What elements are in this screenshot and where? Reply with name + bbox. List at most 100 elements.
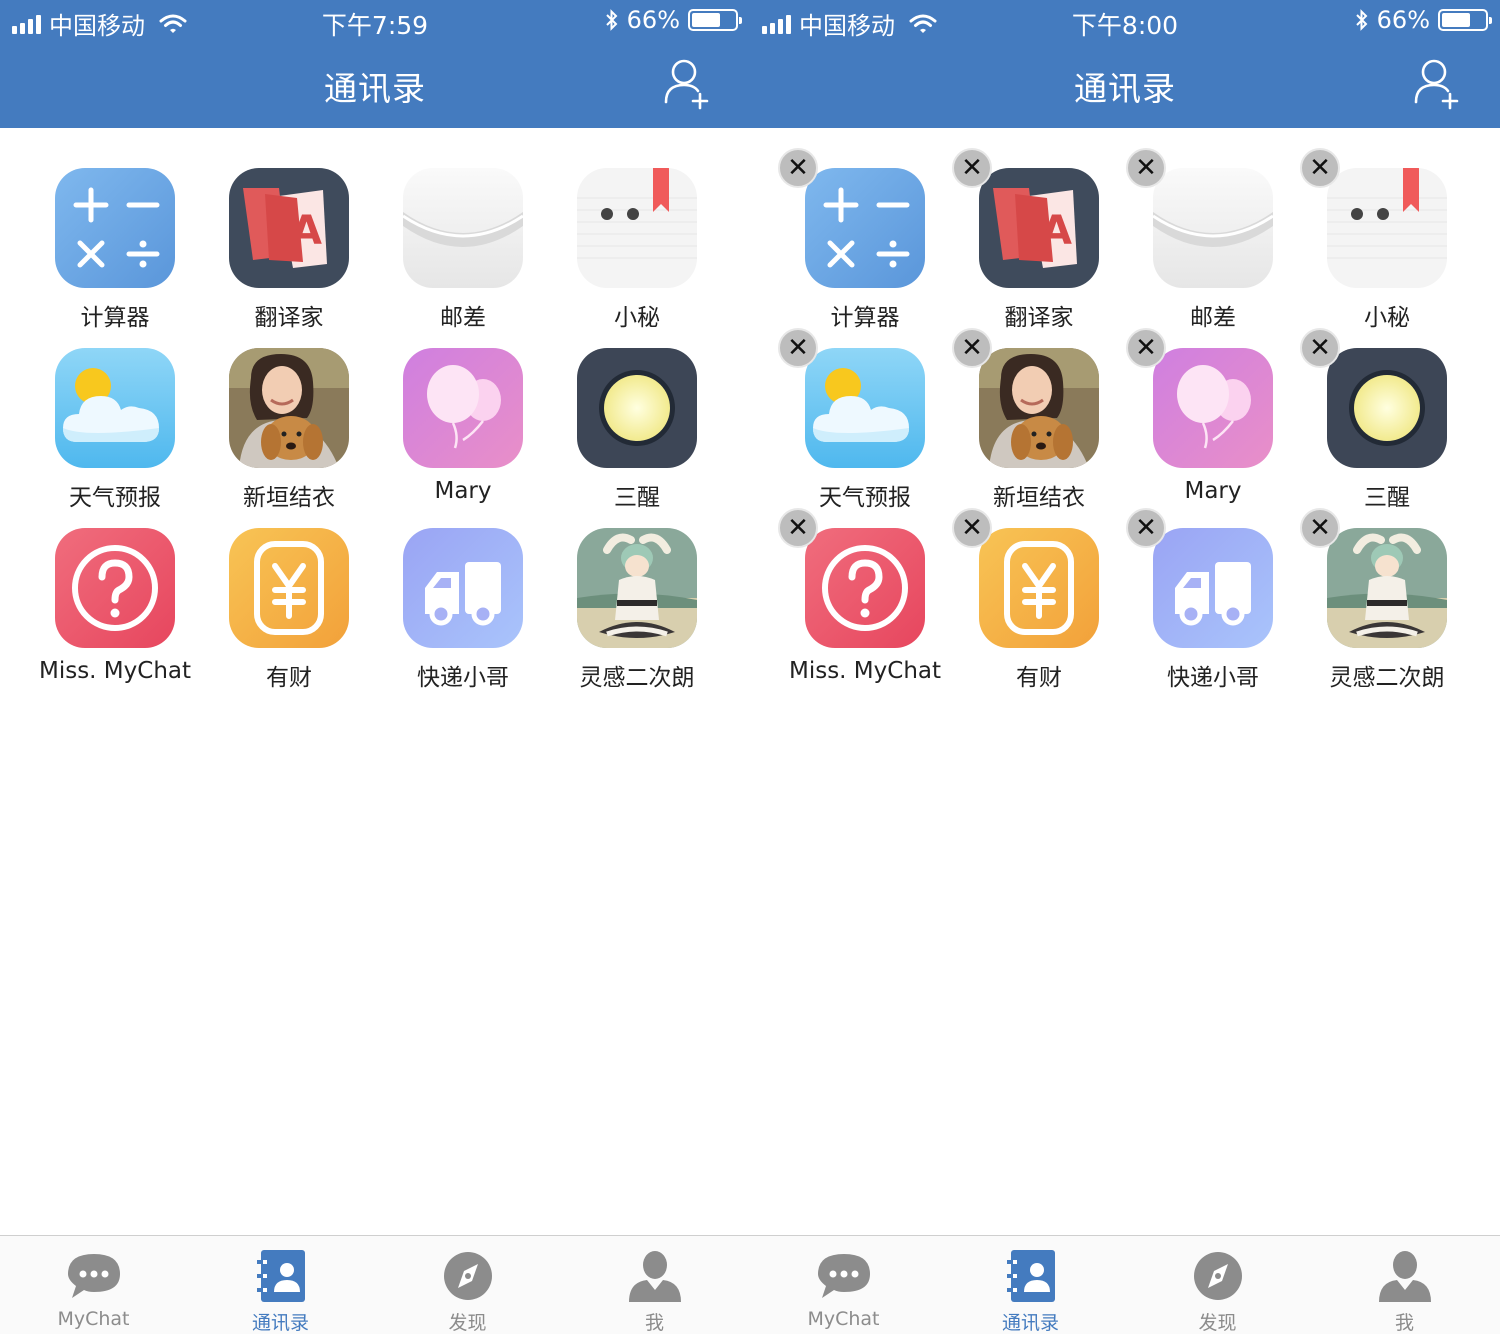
app-label: 灵感二次朗 [579, 665, 695, 691]
yen-icon[interactable] [229, 528, 349, 648]
balloon-icon[interactable] [403, 348, 523, 468]
portrait-photo[interactable] [229, 348, 349, 468]
app-label: Miss. MyChat [38, 658, 192, 684]
tab-label: 我 [644, 1312, 664, 1334]
notebook-icon[interactable] [577, 168, 697, 288]
app-tile[interactable]: A 翻译家 [202, 168, 376, 338]
app-label: Mary [1184, 478, 1242, 504]
app-label: 三醒 [614, 485, 660, 511]
translator-icon[interactable]: A [979, 168, 1099, 288]
app-tile[interactable]: 三醒 ✕ [1300, 328, 1474, 518]
anime-photo[interactable] [1327, 528, 1447, 648]
app-tile[interactable]: 邮差 [376, 168, 550, 338]
envelope-icon[interactable] [1153, 168, 1273, 288]
app-label: 小秘 [1364, 305, 1410, 331]
delete-icon[interactable]: ✕ [778, 508, 818, 548]
tab-me[interactable]: 我 [1311, 1236, 1498, 1334]
app-tile[interactable]: 计算器 ✕ [778, 148, 952, 338]
person-icon [625, 1250, 685, 1302]
app-tile[interactable]: A 翻译家 ✕ [952, 148, 1126, 338]
delete-icon[interactable]: ✕ [1300, 328, 1340, 368]
tab-discover[interactable]: 发现 [1124, 1236, 1311, 1334]
app-label: 新垣结衣 [993, 485, 1085, 511]
compass-icon [1188, 1250, 1248, 1302]
app-label: 有财 [1016, 665, 1062, 691]
app-tile[interactable]: 三醒 [550, 348, 724, 518]
tab-label: 我 [1394, 1312, 1414, 1334]
app-tile[interactable]: 天气预报 ✕ [778, 328, 952, 518]
delete-icon[interactable]: ✕ [952, 328, 992, 368]
app-label: 灵感二次朗 [1329, 665, 1445, 691]
battery-percent: 66% [1376, 6, 1430, 34]
app-tile[interactable]: 新垣结衣 [202, 348, 376, 518]
app-tile[interactable]: 快递小哥 [376, 528, 550, 698]
app-tile[interactable]: Mary ✕ [1126, 328, 1300, 518]
yen-icon[interactable] [979, 528, 1099, 648]
delete-icon[interactable]: ✕ [1126, 508, 1166, 548]
delete-icon[interactable]: ✕ [1300, 148, 1340, 188]
tab-me[interactable]: 我 [561, 1236, 748, 1334]
calculator-icon[interactable] [55, 168, 175, 288]
app-tile[interactable]: Miss. MyChat ✕ [778, 508, 952, 698]
app-tile[interactable]: Mary [376, 348, 550, 518]
moon-icon[interactable] [1327, 348, 1447, 468]
tab-bar: MyChat 通讯录 发现 我 [750, 1235, 1500, 1334]
tab-discover[interactable]: 发现 [374, 1236, 561, 1334]
app-tile[interactable]: 有财 [202, 528, 376, 698]
tab-contacts[interactable]: 通讯录 [187, 1236, 374, 1334]
phone-screen-normal: 中国移动 下午7:59 66% 通讯录 计算器 A 翻译家 邮差 小秘 天气预报… [0, 0, 750, 1334]
anime-photo[interactable] [577, 528, 697, 648]
add-contact-icon[interactable] [1414, 58, 1460, 110]
tab-bar: MyChat 通讯录 发现 我 [0, 1235, 750, 1334]
delete-icon[interactable]: ✕ [952, 508, 992, 548]
app-tile[interactable]: 灵感二次朗 [550, 528, 724, 698]
app-tile[interactable]: 有财 ✕ [952, 508, 1126, 698]
battery-icon [688, 9, 742, 31]
tab-mychat[interactable]: MyChat [0, 1236, 187, 1334]
app-label: 小秘 [614, 305, 660, 331]
delete-icon[interactable]: ✕ [952, 148, 992, 188]
tab-mychat[interactable]: MyChat [750, 1236, 937, 1334]
delete-icon[interactable]: ✕ [778, 328, 818, 368]
envelope-icon[interactable] [403, 168, 523, 288]
delete-icon[interactable]: ✕ [1126, 328, 1166, 368]
tab-label: 通讯录 [1001, 1312, 1059, 1334]
app-label: 天气预报 [69, 485, 161, 511]
app-tile[interactable]: 快递小哥 ✕ [1126, 508, 1300, 698]
moon-icon[interactable] [577, 348, 697, 468]
nav-header: 中国移动 下午7:59 66% 通讯录 [0, 0, 750, 128]
app-tile[interactable]: Miss. MyChat [28, 528, 202, 698]
balloon-icon[interactable] [1153, 348, 1273, 468]
tab-label: MyChat [807, 1308, 880, 1330]
delete-icon[interactable]: ✕ [778, 148, 818, 188]
app-tile[interactable]: 灵感二次朗 ✕ [1300, 508, 1474, 698]
app-label: 新垣结衣 [243, 485, 335, 511]
chat-bubble-icon [814, 1250, 874, 1302]
delete-icon[interactable]: ✕ [1126, 148, 1166, 188]
weather-icon[interactable] [55, 348, 175, 468]
battery-percent: 66% [626, 6, 680, 34]
svg-text:A: A [1041, 208, 1072, 254]
tab-contacts[interactable]: 通讯录 [937, 1236, 1124, 1334]
app-tile[interactable]: 天气预报 [28, 348, 202, 518]
weather-icon[interactable] [805, 348, 925, 468]
truck-icon[interactable] [1153, 528, 1273, 648]
truck-icon[interactable] [403, 528, 523, 648]
notebook-icon[interactable] [1327, 168, 1447, 288]
translator-icon[interactable]: A [229, 168, 349, 288]
portrait-photo[interactable] [979, 348, 1099, 468]
app-tile[interactable]: 小秘 [550, 168, 724, 338]
add-contact-icon[interactable] [664, 58, 710, 110]
delete-icon[interactable]: ✕ [1300, 508, 1340, 548]
calculator-icon[interactable] [805, 168, 925, 288]
app-label: Miss. MyChat [788, 658, 942, 684]
app-tile[interactable]: 邮差 ✕ [1126, 148, 1300, 338]
tab-label: MyChat [57, 1308, 130, 1330]
battery-icon [1438, 9, 1492, 31]
app-tile[interactable]: 计算器 [28, 168, 202, 338]
app-tile[interactable]: 新垣结衣 ✕ [952, 328, 1126, 518]
app-tile[interactable]: 小秘 ✕ [1300, 148, 1474, 338]
app-label: 翻译家 [1004, 305, 1074, 331]
help-icon[interactable] [805, 528, 925, 648]
help-icon[interactable] [55, 528, 175, 648]
